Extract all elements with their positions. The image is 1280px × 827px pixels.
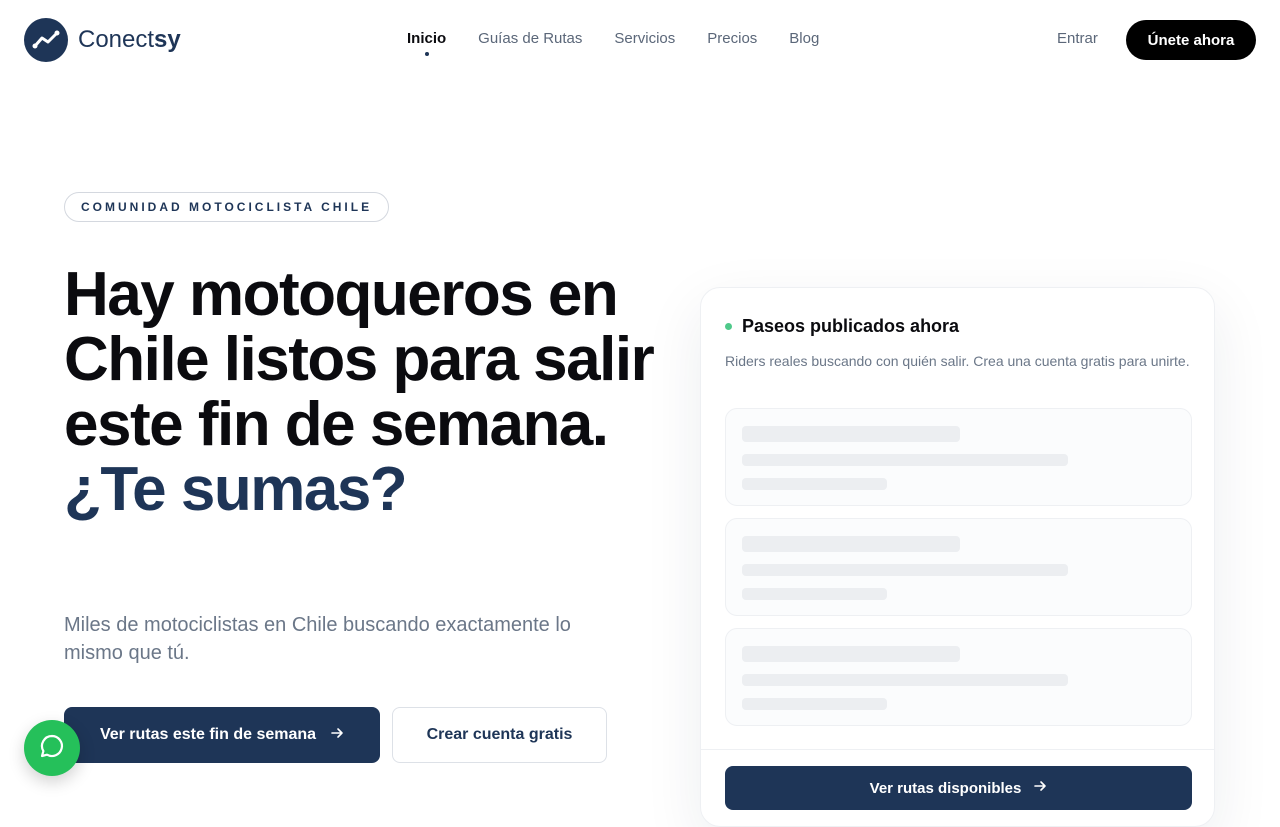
main-nav: Inicio Guías de Rutas Servicios Precios … <box>407 30 819 56</box>
whatsapp-button[interactable] <box>24 720 80 776</box>
live-rides-card: Paseos publicados ahora Riders reales bu… <box>700 287 1215 827</box>
skeleton-line <box>742 646 960 662</box>
nav-item-blog[interactable]: Blog <box>789 30 819 47</box>
site-header: Conectsy Inicio Guías de Rutas Servicios… <box>0 0 1280 80</box>
view-routes-weekend-button[interactable]: Ver rutas este fin de semana <box>64 707 380 763</box>
skeleton-line <box>742 454 1068 466</box>
arrow-right-icon <box>330 726 344 745</box>
ride-skeleton <box>725 518 1192 616</box>
arrow-right-icon <box>1033 779 1047 797</box>
nav-item-label: Inicio <box>407 30 447 47</box>
login-link[interactable]: Entrar <box>1057 30 1098 47</box>
live-status-dot <box>725 323 732 330</box>
skeleton-line <box>742 426 960 442</box>
ride-skeleton <box>725 408 1192 506</box>
hero-title-main: Hay motoqueros en Chile listos para sali… <box>64 260 655 459</box>
brand-name: Conectsy <box>78 26 181 53</box>
skeleton-line <box>742 536 960 552</box>
nav-item-inicio[interactable]: Inicio <box>407 30 447 56</box>
active-indicator <box>424 52 429 56</box>
view-available-routes-button[interactable]: Ver rutas disponibles <box>725 766 1192 810</box>
whatsapp-icon <box>38 732 66 765</box>
nav-item-servicios[interactable]: Servicios <box>614 30 675 47</box>
nav-item-precios[interactable]: Precios <box>707 30 757 47</box>
button-label: Ver rutas disponibles <box>869 779 1022 797</box>
button-label: Ver rutas este fin de semana <box>99 726 317 743</box>
hero-title: Hay motoqueros en Chile listos para sali… <box>64 262 664 522</box>
logo[interactable]: Conectsy <box>24 18 181 62</box>
community-badge: COMUNIDAD MOTOCICLISTA CHILE <box>64 192 390 222</box>
nav-item-guias[interactable]: Guías de Rutas <box>478 30 582 47</box>
skeleton-line <box>742 478 887 490</box>
hero-title-accent: ¿Te sumas? <box>64 455 408 524</box>
skeleton-line <box>742 564 1068 576</box>
trend-line-icon <box>24 18 68 62</box>
card-header: Paseos publicados ahora <box>725 316 959 337</box>
card-title: Paseos publicados ahora <box>742 316 960 336</box>
skeleton-line <box>742 588 887 600</box>
skeleton-line <box>742 674 1068 686</box>
skeleton-line <box>742 698 887 710</box>
hero-subtitle: Miles de motociclistas en Chile buscando… <box>64 614 571 664</box>
create-account-button[interactable]: Crear cuenta gratis <box>392 707 607 763</box>
card-divider <box>701 749 1214 750</box>
rides-loading-list <box>725 408 1192 738</box>
ride-skeleton <box>725 628 1192 726</box>
join-button[interactable]: Únete ahora <box>1126 20 1256 60</box>
card-description: Riders reales buscando con quién salir. … <box>725 353 1190 369</box>
